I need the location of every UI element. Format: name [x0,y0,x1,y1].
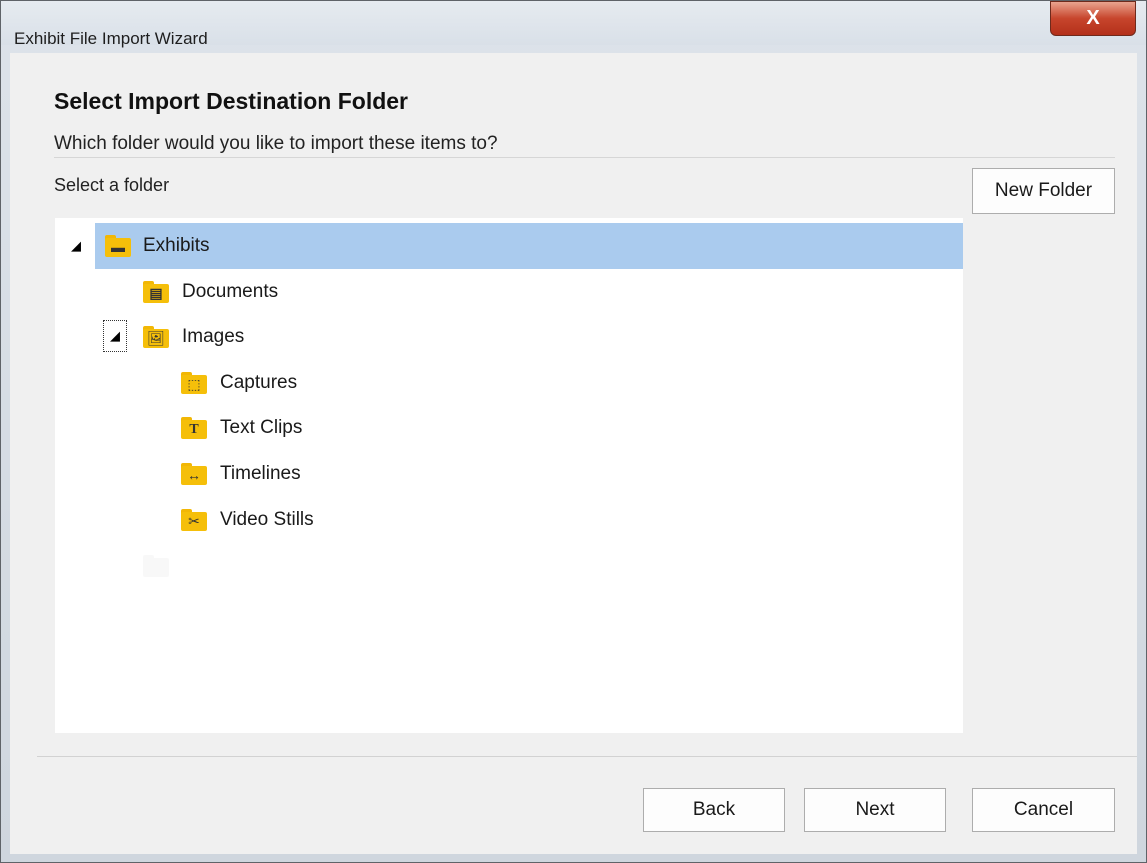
tree-item-captures[interactable]: ⬚ Captures [55,360,963,406]
tree-item-text-clips[interactable]: T Text Clips [55,405,963,451]
tree-item-label: Timelines [220,463,301,484]
header-divider [54,157,1115,158]
collapse-arrow-icon[interactable]: ◢ [67,237,85,255]
collapse-arrow-icon[interactable]: ◢ [103,320,127,352]
tree-item-label: Video Stills [220,509,314,530]
footer-divider [37,756,1137,757]
window-title: Exhibit File Import Wizard [14,29,208,48]
title-bar[interactable]: Exhibit File Import Wizard X [1,1,1146,48]
tree-item-exhibits[interactable]: ◢ ▬ Exhibits [55,223,963,269]
tree-item-ghost [55,543,963,589]
next-button[interactable]: Next [804,788,946,832]
back-button[interactable]: Back [643,788,785,832]
documents-folder-icon: ▤ [143,281,169,303]
close-button[interactable]: X [1050,1,1136,36]
wizard-window: Exhibit File Import Wizard X Select Impo… [0,0,1147,863]
tree-item-label: Images [182,326,245,347]
folder-select-label: Select a folder [54,175,170,195]
exhibits-folder-icon: ▬ [105,235,131,257]
video-stills-folder-icon: ✂ [181,509,207,531]
images-folder-icon: 🖼 [143,326,169,348]
close-icon: X [1086,7,1100,29]
captures-folder-icon: ⬚ [181,372,207,394]
folder-icon [143,555,169,577]
tree-item-documents[interactable]: ▤ Documents [55,269,963,315]
tree-item-images[interactable]: ◢ 🖼 Images [55,314,963,360]
tree-item-label: Exhibits [143,235,210,256]
tree-item-video-stills[interactable]: ✂ Video Stills [55,497,963,543]
tree-item-label: Documents [182,281,279,302]
selection-highlight [95,223,963,269]
folder-tree[interactable]: ◢ ▬ Exhibits ▤ Documents ◢ 🖼 Images ⬚ Ca… [55,218,963,733]
tree-item-label: Text Clips [220,417,303,438]
tree-item-label: Captures [220,372,298,393]
page-subtitle: Which folder would you like to import th… [54,133,498,154]
page-title: Select Import Destination Folder [54,88,408,114]
text-clips-folder-icon: T [181,417,207,439]
timelines-folder-icon: ↔ [181,463,207,485]
wizard-content: Select Import Destination Folder Which f… [10,53,1137,854]
new-folder-button[interactable]: New Folder [972,168,1115,214]
tree-item-timelines[interactable]: ↔ Timelines [55,451,963,497]
cancel-button[interactable]: Cancel [972,788,1115,832]
